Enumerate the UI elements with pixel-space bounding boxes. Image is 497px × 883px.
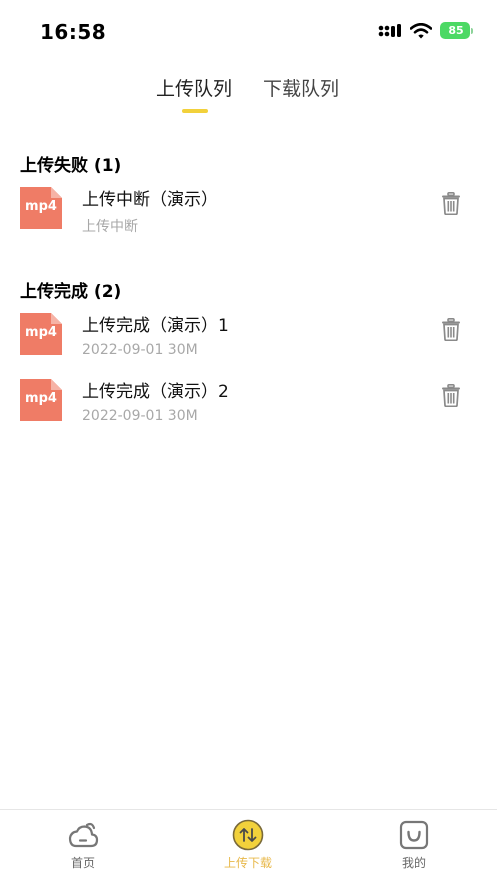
nav-item-home[interactable]: 首页: [43, 819, 123, 871]
signal-icon: [378, 23, 401, 37]
battery-indicator: 85: [440, 22, 473, 39]
file-meta: 2022-09-01 30M: [82, 408, 198, 424]
trash-icon[interactable]: [441, 318, 461, 341]
section-title-failed: 上传失败 (1): [20, 156, 122, 176]
file-ext-label: mp4: [25, 325, 57, 340]
file-meta: 2022-09-01 30M: [82, 342, 198, 358]
nav-label-mine: 我的: [401, 856, 426, 870]
file-status: 上传中断: [82, 219, 138, 235]
status-time: 16:58: [40, 20, 107, 44]
list-item[interactable]: mp4 上传完成（演示）1 2022-09-01 30M: [0, 313, 497, 373]
wifi-icon: [410, 22, 432, 38]
file-ext-label: mp4: [25, 199, 57, 214]
nav-item-transfer[interactable]: 上传下载: [208, 819, 288, 871]
status-bar: 16:58 85: [0, 0, 497, 62]
tab-download-queue[interactable]: 下载队列: [263, 74, 339, 101]
file-name: 上传中断（演示）: [82, 190, 218, 210]
status-indicators: 85: [378, 22, 473, 39]
section-title-completed: 上传完成 (2): [20, 282, 122, 302]
bottom-nav: 首页 上传下载 我的: [0, 809, 497, 883]
trash-icon[interactable]: [441, 192, 461, 215]
list-item[interactable]: mp4 上传中断（演示） 上传中断: [0, 187, 497, 247]
battery-level: 85: [440, 22, 470, 39]
list-item[interactable]: mp4 上传完成（演示）2 2022-09-01 30M: [0, 379, 497, 439]
file-name: 上传完成（演示）1: [82, 316, 229, 336]
active-tab-indicator: [182, 109, 208, 113]
trash-icon[interactable]: [441, 384, 461, 407]
nav-item-mine[interactable]: 我的: [374, 819, 454, 871]
tab-upload-queue[interactable]: 上传队列: [156, 74, 232, 101]
mp4-file-icon: mp4: [20, 187, 62, 229]
queue-tabs: 上传队列 下载队列: [0, 74, 497, 114]
transfer-icon: [232, 819, 264, 851]
mp4-file-icon: mp4: [20, 379, 62, 421]
battery-tip: [471, 27, 473, 34]
nav-label-home: 首页: [70, 856, 95, 870]
mp4-file-icon: mp4: [20, 313, 62, 355]
cloud-icon: [68, 822, 99, 848]
face-icon: [399, 820, 429, 850]
file-name: 上传完成（演示）2: [82, 382, 229, 402]
file-ext-label: mp4: [25, 391, 57, 406]
nav-label-transfer: 上传下载: [223, 856, 272, 870]
